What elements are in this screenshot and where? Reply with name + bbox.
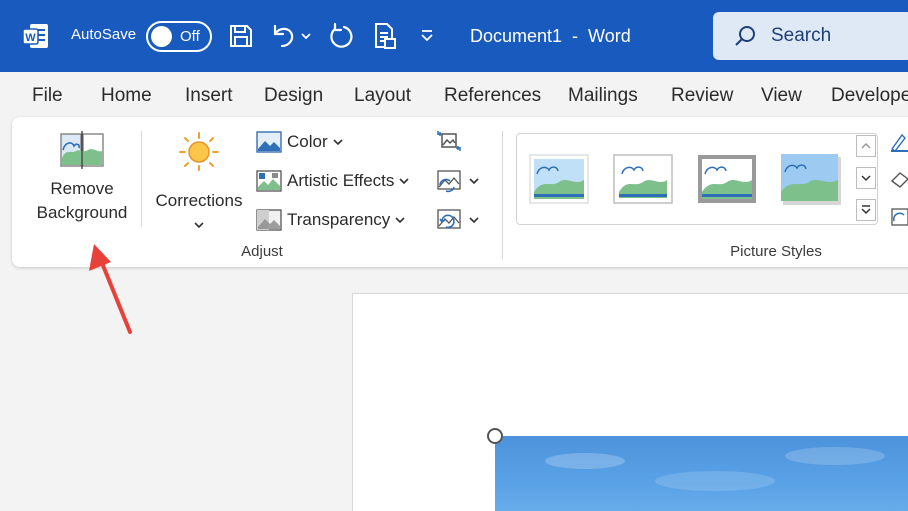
- artistic-effects-button[interactable]: Artistic Effects: [256, 168, 426, 194]
- picture-layout-icon[interactable]: [890, 207, 908, 234]
- ribbon-separator: [502, 131, 503, 259]
- ribbon: Remove Background Corrections Color Arti…: [12, 117, 908, 267]
- chevron-down-icon: [468, 215, 480, 225]
- compress-pictures-icon[interactable]: [436, 129, 464, 155]
- gallery-more-button[interactable]: [856, 199, 876, 221]
- corrections-button[interactable]: Corrections: [149, 127, 249, 239]
- remove-background-icon: [60, 131, 104, 174]
- autosave-state: Off: [180, 28, 200, 45]
- tab-insert[interactable]: Insert: [185, 85, 233, 107]
- chevron-down-icon: [398, 176, 410, 186]
- tab-home[interactable]: Home: [101, 85, 152, 107]
- color-button[interactable]: Color: [256, 129, 366, 155]
- tab-developer[interactable]: Developer: [831, 85, 908, 107]
- picture-styles-gallery: [516, 133, 878, 225]
- transparency-icon: [256, 209, 282, 231]
- gallery-scroll-down-button[interactable]: [856, 167, 876, 189]
- picture-style-thumbnail[interactable]: [613, 154, 673, 206]
- autosave-label: AutoSave: [71, 26, 137, 43]
- tab-review[interactable]: Review: [671, 85, 733, 107]
- tab-references[interactable]: References: [444, 85, 541, 107]
- picture-style-thumbnail[interactable]: [697, 154, 757, 206]
- color-icon: [256, 131, 282, 153]
- remove-background-button[interactable]: Remove Background: [32, 127, 132, 239]
- adjust-group-label: Adjust: [241, 243, 283, 260]
- transparency-label: Transparency: [287, 210, 391, 229]
- title-bar: W AutoSave Off Document1 - Word Search: [0, 0, 908, 72]
- redo-icon[interactable]: [326, 22, 356, 50]
- remove-background-label-line1: Remove: [50, 179, 114, 198]
- corrections-label: Corrections: [155, 191, 243, 210]
- toggle-knob: [151, 26, 172, 47]
- ribbon-separator: [141, 131, 142, 227]
- autosave-toggle[interactable]: Off: [146, 21, 212, 52]
- reset-picture-button[interactable]: [436, 207, 488, 233]
- chevron-down-icon: [394, 215, 406, 225]
- tab-mailings[interactable]: Mailings: [568, 85, 638, 107]
- change-picture-icon: [436, 169, 462, 193]
- change-picture-button[interactable]: [436, 168, 488, 194]
- picture-style-thumbnail[interactable]: [781, 154, 841, 206]
- picture-styles-group-label: Picture Styles: [730, 243, 822, 260]
- chevron-down-icon: [193, 217, 205, 235]
- search-icon: [733, 24, 757, 48]
- annotation-arrow-icon: [89, 244, 132, 334]
- document-title: Document1 - Word: [470, 26, 631, 46]
- artistic-effects-label: Artistic Effects: [287, 171, 395, 190]
- chevron-down-icon: [468, 176, 480, 186]
- rotate-handle[interactable]: [487, 428, 503, 444]
- transparency-button[interactable]: Transparency: [256, 207, 426, 233]
- sun-icon: [177, 131, 221, 176]
- tab-design[interactable]: Design: [264, 85, 323, 107]
- chevron-down-icon: [332, 137, 344, 147]
- gallery-scroll-up-button[interactable]: [856, 135, 876, 157]
- save-icon[interactable]: [227, 22, 255, 50]
- picture-style-thumbnail[interactable]: [529, 154, 589, 206]
- picture-effects-icon[interactable]: [890, 169, 908, 194]
- tab-file[interactable]: File: [32, 85, 63, 107]
- selected-picture[interactable]: [495, 436, 908, 511]
- search-box[interactable]: Search: [713, 12, 908, 60]
- color-label: Color: [287, 132, 328, 151]
- reset-picture-icon: [436, 208, 462, 232]
- print-preview-icon[interactable]: [371, 22, 399, 50]
- customize-toolbar-icon[interactable]: [418, 27, 436, 45]
- svg-text:W: W: [25, 32, 36, 44]
- artistic-effects-icon: [256, 170, 282, 192]
- tab-layout[interactable]: Layout: [354, 85, 411, 107]
- remove-background-label-line2: Background: [36, 203, 128, 222]
- undo-dropdown-icon[interactable]: [299, 28, 313, 44]
- menu-bar: File Home Insert Design Layout Reference…: [0, 72, 908, 118]
- word-logo-icon[interactable]: W: [22, 22, 50, 50]
- search-placeholder: Search: [771, 25, 832, 46]
- tab-view[interactable]: View: [761, 85, 802, 107]
- picture-border-icon[interactable]: [890, 131, 908, 158]
- undo-icon[interactable]: [270, 22, 298, 50]
